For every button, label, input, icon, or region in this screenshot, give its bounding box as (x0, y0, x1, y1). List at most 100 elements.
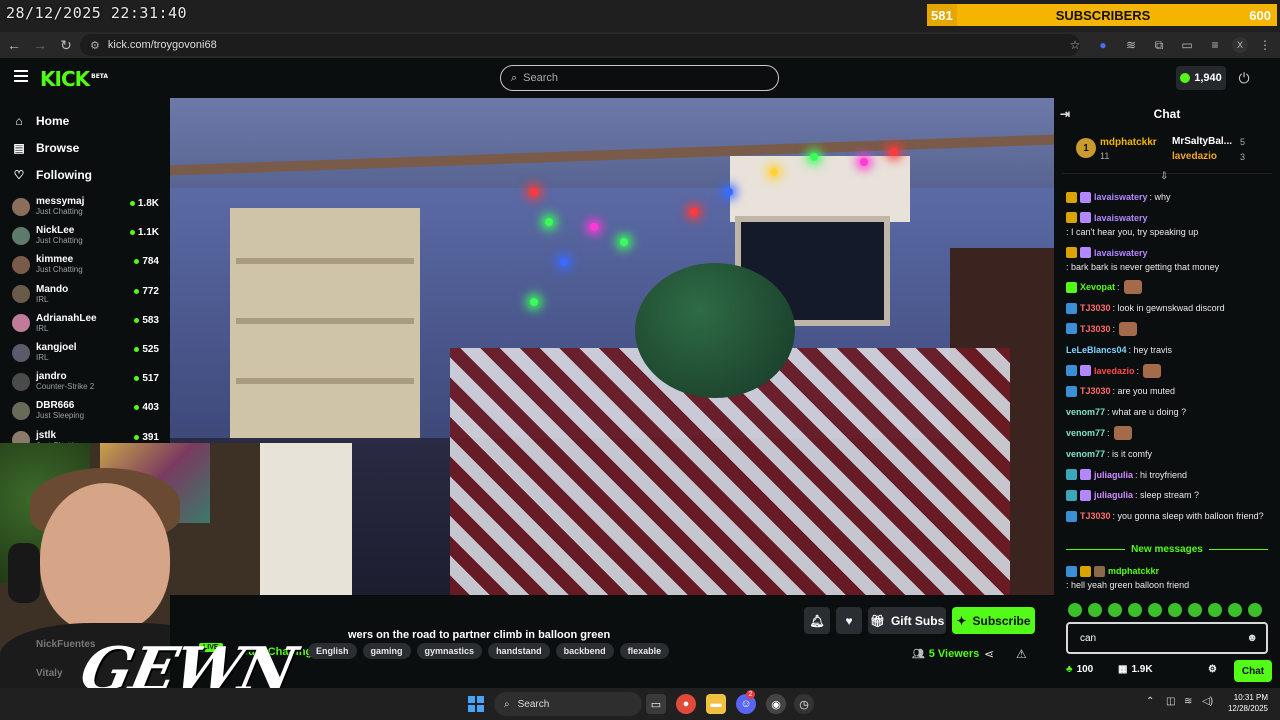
follow-heart-button[interactable]: ♥ (836, 607, 862, 634)
network-icon[interactable]: ◫ (1166, 696, 1175, 707)
taskbar-clock[interactable]: 10:31 PM 12/28/2025 (1222, 692, 1268, 714)
quick-emote-icon[interactable] (1128, 603, 1142, 617)
quick-emote-icon[interactable] (1148, 603, 1162, 617)
leaderboard-top-count: 11 (1100, 151, 1110, 161)
wifi-icon[interactable]: ≋ (1184, 696, 1192, 707)
clock-app-icon[interactable]: ◷ (794, 694, 814, 714)
chrome-icon[interactable]: ● (676, 694, 696, 714)
quick-emote-icon[interactable] (1248, 603, 1262, 617)
kebab-menu-icon[interactable]: ⋮ (1254, 34, 1276, 56)
sub-goal-label: SUBSCRIBERS (1055, 7, 1151, 23)
channel-points[interactable]: ▦ 1.9K (1118, 664, 1153, 675)
bookmark-star-icon[interactable]: ☆ (1064, 34, 1086, 56)
chat-username[interactable]: TJ3030 (1080, 301, 1111, 315)
gift-subs-button[interactable]: 🎁︎ Gift Subs (868, 607, 946, 634)
search-input[interactable]: ⌕ Search (500, 65, 779, 91)
audio-icon[interactable]: ≋ (1120, 34, 1142, 56)
gift-icon: 🎁︎ (869, 613, 885, 628)
quick-emote-icon[interactable] (1108, 603, 1122, 617)
chat-text: : I can't hear you, try speaking up (1066, 226, 1199, 237)
file-explorer-icon[interactable]: ▬ (706, 694, 726, 714)
chat-username[interactable]: juliagulia (1094, 488, 1133, 502)
chat-badge-icon (1066, 385, 1077, 397)
chat-username[interactable]: Xevopat (1080, 280, 1115, 294)
cast-icon[interactable]: ▭ (1176, 34, 1198, 56)
chat-username[interactable]: venom77 (1066, 405, 1105, 419)
chat-settings-icon[interactable]: ⚙ (1208, 664, 1217, 675)
stream-tag[interactable]: gaming (362, 643, 411, 659)
windows-start-icon[interactable] (468, 696, 484, 712)
extension-icon[interactable]: ● (1092, 34, 1114, 56)
quick-emote-icon[interactable] (1168, 603, 1182, 617)
stream-tag[interactable]: gymnastics (416, 643, 483, 659)
back-icon[interactable]: ← (2, 33, 26, 57)
chat-username[interactable]: TJ3030 (1080, 509, 1111, 523)
puzzle-icon[interactable]: ⧉ (1148, 34, 1170, 56)
tray-chevron-icon[interactable]: ⌃ (1146, 696, 1154, 707)
stream-tag[interactable]: backbend (555, 643, 614, 659)
chat-username[interactable]: venom77 (1066, 447, 1105, 461)
task-view-icon[interactable]: ▭ (646, 694, 666, 714)
forward-icon[interactable]: → (28, 33, 52, 57)
chat-username[interactable]: juliagulia (1094, 468, 1133, 482)
chat-message: lavaiswatery: why (1066, 190, 1272, 204)
obs-icon[interactable]: ◉ (766, 694, 786, 714)
kicks-counter[interactable]: ♣ 100 (1066, 664, 1093, 675)
menu-icon[interactable] (14, 70, 28, 82)
volume-icon[interactable]: ◁) (1202, 696, 1213, 707)
quick-emote-icon[interactable] (1068, 603, 1082, 617)
taskbar-search[interactable]: ⌕ Search (494, 692, 642, 716)
quick-emote-icon[interactable] (1188, 603, 1202, 617)
following-channel[interactable]: NickLee Just Chatting 1.1K (0, 221, 170, 250)
notification-bell-button[interactable]: 🔔︎ (804, 607, 830, 634)
chat-username[interactable]: lavedazio (1094, 364, 1135, 378)
leaderboard-second-name[interactable]: MrSaltyBal... (1172, 136, 1232, 147)
reading-list-icon[interactable]: ≡ (1204, 34, 1226, 56)
chat-username[interactable]: LeLeBlancs04 (1066, 343, 1127, 357)
following-channel[interactable]: kangjoel IRL 525 (0, 338, 170, 367)
quick-emote-icon[interactable] (1088, 603, 1102, 617)
stream-tag[interactable]: handstand (488, 643, 550, 659)
following-channel[interactable]: AdrianahLee IRL 583 (0, 309, 170, 338)
new-messages-divider[interactable]: New messages (1060, 542, 1274, 556)
chat-username[interactable]: mdphatckkr (1108, 564, 1159, 578)
chat-input[interactable]: can ☻ (1066, 622, 1268, 654)
stream-tag[interactable]: English (308, 643, 357, 659)
nav-home[interactable]: ⌂ Home (0, 108, 170, 134)
avatar (12, 372, 30, 391)
quick-emote-icon[interactable] (1228, 603, 1242, 617)
viewer-count-text: 1.1K (137, 227, 159, 239)
collapse-chat-icon[interactable]: ⇥ (1060, 107, 1070, 121)
report-icon[interactable]: ⚠ (1016, 647, 1027, 661)
profile-avatar[interactable]: X (1232, 37, 1248, 53)
following-channel[interactable]: DBR666 Just Sleeping 403 (0, 396, 170, 425)
leaderboard-top-name[interactable]: mdphatckkr (1100, 137, 1157, 148)
quick-emote-icon[interactable] (1208, 603, 1222, 617)
following-channel[interactable]: Mando IRL 772 (0, 280, 170, 309)
following-channel[interactable]: kimmee Just Chatting 784 (0, 250, 170, 279)
nav-browse[interactable]: ▤ Browse (0, 135, 170, 161)
following-channel[interactable]: jandro Counter-Strike 2 517 (0, 367, 170, 396)
address-bar[interactable]: ⚙ kick.com/troygovoni68 (80, 34, 1080, 56)
site-info-icon[interactable]: ⚙ (90, 39, 100, 52)
share-icon[interactable]: ⋖ (984, 647, 994, 661)
kick-logo[interactable]: KICK BETA (40, 67, 108, 91)
leaderboard-third-name[interactable]: lavedazio (1172, 151, 1217, 162)
reload-icon[interactable]: ↻ (54, 33, 78, 57)
chat-username[interactable]: lavaiswatery (1094, 211, 1148, 225)
login-icon[interactable]: ⏻ (1234, 68, 1254, 88)
kicks-balance-button[interactable]: 1,940 (1176, 66, 1226, 90)
chat-username[interactable]: TJ3030 (1080, 384, 1111, 398)
following-channel[interactable]: messymaj Just Chatting 1.8K (0, 192, 170, 221)
search-icon: ⌕ (511, 71, 518, 84)
chat-username[interactable]: lavaiswatery (1094, 190, 1148, 204)
chat-send-button[interactable]: Chat (1234, 660, 1272, 682)
subscribe-button[interactable]: ✦ Subscribe (952, 607, 1035, 634)
pinned-expand-icon[interactable]: ⇩ (1160, 171, 1168, 182)
stream-tag[interactable]: flexable (619, 643, 670, 659)
nav-following[interactable]: ♡ Following (0, 162, 170, 188)
chat-username[interactable]: TJ3030 (1080, 322, 1111, 336)
chat-username[interactable]: lavaiswatery (1094, 246, 1148, 260)
emoji-picker-icon[interactable]: ☻ (1246, 632, 1258, 644)
chat-username[interactable]: venom77 (1066, 426, 1105, 440)
